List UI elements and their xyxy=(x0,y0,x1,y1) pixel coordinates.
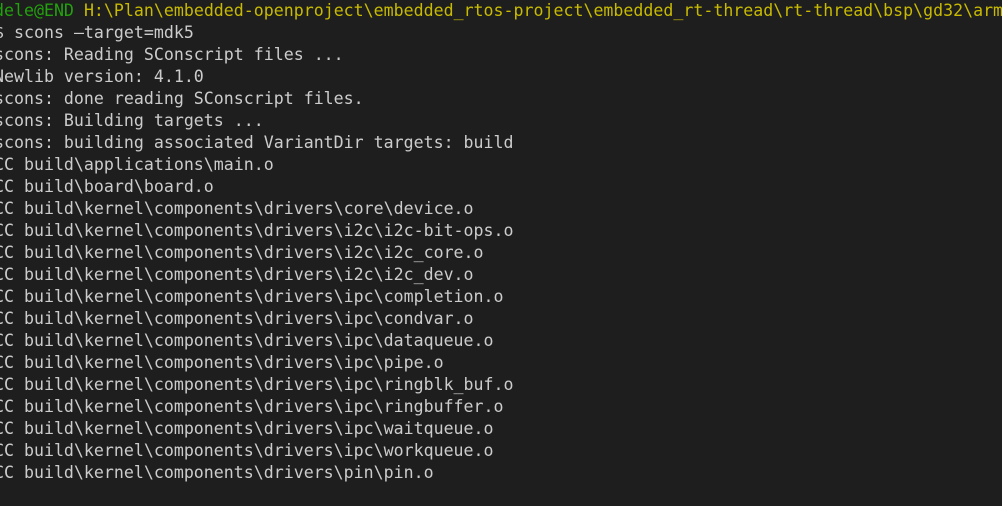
command-text: scons —target=mdk5 xyxy=(14,23,194,42)
output-line: CC build\kernel\components\drivers\ipc\d… xyxy=(0,331,494,350)
prompt-path: H:\Plan\embedded-openproject\embedded_rt… xyxy=(83,1,1002,20)
output-line: scons: Building targets ... xyxy=(0,111,264,130)
output-line: Newlib version: 4.1.0 xyxy=(0,67,204,86)
output-line: CC build\kernel\components\drivers\i2c\i… xyxy=(0,265,474,284)
output-line: CC build\kernel\components\drivers\ipc\c… xyxy=(0,309,474,328)
output-line: CC build\kernel\components\drivers\ipc\w… xyxy=(0,441,494,460)
output-line: scons: Reading SConscript files ... xyxy=(0,45,344,64)
output-line: CC build\kernel\components\drivers\ipc\r… xyxy=(0,375,514,394)
prompt-line: dele@END H:\Plan\embedded-openproject\em… xyxy=(0,0,1002,22)
prompt-symbol: $ xyxy=(0,23,4,42)
output-line: CC build\kernel\components\drivers\core\… xyxy=(0,199,474,218)
output-line: CC build\kernel\components\drivers\ipc\w… xyxy=(0,419,494,438)
output-line: CC build\kernel\components\drivers\i2c\i… xyxy=(0,243,484,262)
output-line: CC build\kernel\components\drivers\i2c\i… xyxy=(0,221,514,240)
prompt-user-host: dele@END xyxy=(0,1,74,20)
output-line: CC build\kernel\components\drivers\ipc\c… xyxy=(0,287,504,306)
output-line: CC build\kernel\components\drivers\pin\p… xyxy=(0,463,434,482)
command-line[interactable]: $ scons —target=mdk5 xyxy=(0,22,1002,44)
terminal-output: dele@END H:\Plan\embedded-openproject\em… xyxy=(0,0,1002,484)
output-line: CC build\board\board.o xyxy=(0,177,214,196)
output-line: CC build\kernel\components\drivers\ipc\r… xyxy=(0,397,504,416)
output-line: scons: building associated VariantDir ta… xyxy=(0,133,514,152)
output-line: scons: done reading SConscript files. xyxy=(0,89,364,108)
terminal-window[interactable]: dele@END H:\Plan\embedded-openproject\em… xyxy=(0,0,1002,506)
output-line: CC build\applications\main.o xyxy=(0,155,274,174)
output-line: CC build\kernel\components\drivers\ipc\p… xyxy=(0,353,444,372)
